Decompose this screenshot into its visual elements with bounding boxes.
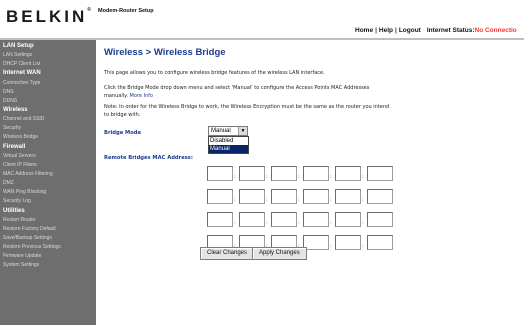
sidebar-item-system-settings[interactable]: System Settings <box>0 261 96 270</box>
mac-octet-input[interactable] <box>303 166 329 181</box>
mac-octet-input[interactable] <box>367 189 393 204</box>
mac-octet-input[interactable] <box>367 235 393 250</box>
bridge-mode-option-manual[interactable]: Manual <box>209 145 248 153</box>
mac-separator: : <box>362 220 364 226</box>
sidebar-item-mac-address-filtering[interactable]: MAC Address Filtering <box>0 170 96 179</box>
sidebar-item-channel-and-ssid[interactable]: Channel and SSID <box>0 115 96 124</box>
mac-octet-input[interactable] <box>335 189 361 204</box>
mac-separator: : <box>298 220 300 226</box>
sidebar-section-internet-wan: Internet WAN <box>3 70 41 77</box>
mac-octet-input[interactable] <box>239 212 265 227</box>
mac-octet-input[interactable] <box>367 212 393 227</box>
mac-octet-input[interactable] <box>207 166 233 181</box>
mac-octet-input[interactable] <box>271 212 297 227</box>
mac-separator: : <box>298 197 300 203</box>
bridge-mode-value: Manual <box>211 128 231 134</box>
mac-separator: : <box>330 174 332 180</box>
top-links: Home | Help | Logout Internet Status:No Conne… <box>355 27 517 34</box>
sidebar-nav: LAN Setup LAN Settings DHCP Client List Int… <box>0 40 96 325</box>
sidebar-item-save-backup-settings[interactable]: Save/Backup Settings <box>0 234 96 243</box>
sidebar-item-virtual-servers[interactable]: Virtual Servers <box>0 152 96 161</box>
more-info-link[interactable]: More Info <box>130 93 153 99</box>
apply-changes-button[interactable]: Apply Changes <box>252 247 307 260</box>
sidebar-item-firmware-update[interactable]: Firmware Update <box>0 252 96 261</box>
internet-status-label: Internet Status: <box>426 27 475 34</box>
sidebar-item-dmz[interactable]: DMZ <box>0 179 96 188</box>
clear-changes-button[interactable]: Clear Changes <box>200 247 255 260</box>
sidebar-item-restart-router[interactable]: Restart Router <box>0 216 96 225</box>
mac-octet-input[interactable] <box>335 166 361 181</box>
mac-octet-input[interactable] <box>271 189 297 204</box>
mac-separator: : <box>234 197 236 203</box>
help-link[interactable]: Help <box>379 27 393 34</box>
header: BELKIN® Modem-Router Setup Home | Help | Log… <box>0 0 524 38</box>
mac-octet-input[interactable] <box>207 212 233 227</box>
mac-separator: : <box>266 220 268 226</box>
sidebar-section-utilities: Utilities <box>3 207 25 214</box>
bridge-mode-select[interactable]: Manual ▼ <box>208 126 248 136</box>
mac-separator: : <box>362 197 364 203</box>
logo-text: BELKIN <box>6 7 88 26</box>
sidebar-item-dns[interactable]: DNS <box>0 88 96 97</box>
bridge-mode-label: Bridge Mode <box>104 130 141 136</box>
bridge-mode-option-disabled[interactable]: Disabled <box>209 137 248 145</box>
sidebar-item-restore-previous-settings[interactable]: Restore Previous Settings <box>0 243 96 252</box>
page-title: Wireless > Wireless Bridge <box>104 47 226 58</box>
mac-separator: : <box>234 220 236 226</box>
sidebar-item-lan-settings[interactable]: LAN Settings <box>0 51 96 60</box>
sidebar-item-ddns[interactable]: DDNS <box>0 97 96 106</box>
sidebar-section-lan-setup: LAN Setup <box>3 43 34 49</box>
note-text: Note: In order for the Wireless Bridge t… <box>104 104 390 118</box>
mac-octet-input[interactable] <box>207 189 233 204</box>
sidebar-list: LAN Setup LAN Settings DHCP Client List Int… <box>0 40 96 271</box>
sidebar-section-firewall: Firewall <box>3 143 26 150</box>
sidebar-item-security-log[interactable]: Security Log <box>0 197 96 206</box>
mac-octet-input[interactable] <box>335 235 361 250</box>
mac-octet-input[interactable] <box>303 235 329 250</box>
mac-separator: : <box>362 174 364 180</box>
instructions-text: Click the Bridge Mode drop down menu and… <box>104 85 394 100</box>
app-subtitle: Modem-Router Setup <box>98 8 154 14</box>
remote-mac-label: Remote Bridges MAC Address: <box>104 155 193 161</box>
belkin-logo: BELKIN® <box>6 7 91 27</box>
mac-separator: : <box>330 243 332 249</box>
internet-status-value: No Connectio <box>474 27 517 34</box>
sidebar-item-dhcp-client-list[interactable]: DHCP Client List <box>0 60 96 69</box>
intro-text: This page allows you to configure wirele… <box>104 70 325 76</box>
home-link[interactable]: Home <box>355 27 373 34</box>
mac-separator: : <box>234 174 236 180</box>
mac-separator: : <box>298 174 300 180</box>
mac-octet-input[interactable] <box>367 166 393 181</box>
sidebar-item-security[interactable]: Security <box>0 124 96 133</box>
sidebar-section-wireless: Wireless <box>3 106 28 113</box>
mac-octet-input[interactable] <box>335 212 361 227</box>
main-content: Wireless > Wireless Bridge This page all… <box>96 40 524 325</box>
logout-link[interactable]: Logout <box>399 27 421 34</box>
mac-separator: : <box>362 243 364 249</box>
sidebar-item-connection-type[interactable]: Connection Type <box>0 79 96 88</box>
mac-octet-input[interactable] <box>239 189 265 204</box>
logo-trademark: ® <box>87 7 91 13</box>
sidebar-item-wan-ping-blocking[interactable]: WAN Ping Blocking <box>0 188 96 197</box>
chevron-down-icon[interactable]: ▼ <box>238 127 247 135</box>
mac-octet-input[interactable] <box>303 189 329 204</box>
mac-separator: : <box>330 220 332 226</box>
mac-octet-input[interactable] <box>239 166 265 181</box>
mac-octet-input[interactable] <box>271 166 297 181</box>
bridge-mode-options: Disabled Manual <box>208 136 249 154</box>
sidebar-item-restore-factory-default[interactable]: Restore Factory Default <box>0 225 96 234</box>
mac-octet-input[interactable] <box>303 212 329 227</box>
mac-separator: : <box>266 197 268 203</box>
sidebar-item-wireless-bridge[interactable]: Wireless Bridge <box>0 133 96 142</box>
mac-separator: : <box>266 174 268 180</box>
mac-separator: : <box>330 197 332 203</box>
sidebar-item-client-ip-filters[interactable]: Client IP Filters <box>0 161 96 170</box>
